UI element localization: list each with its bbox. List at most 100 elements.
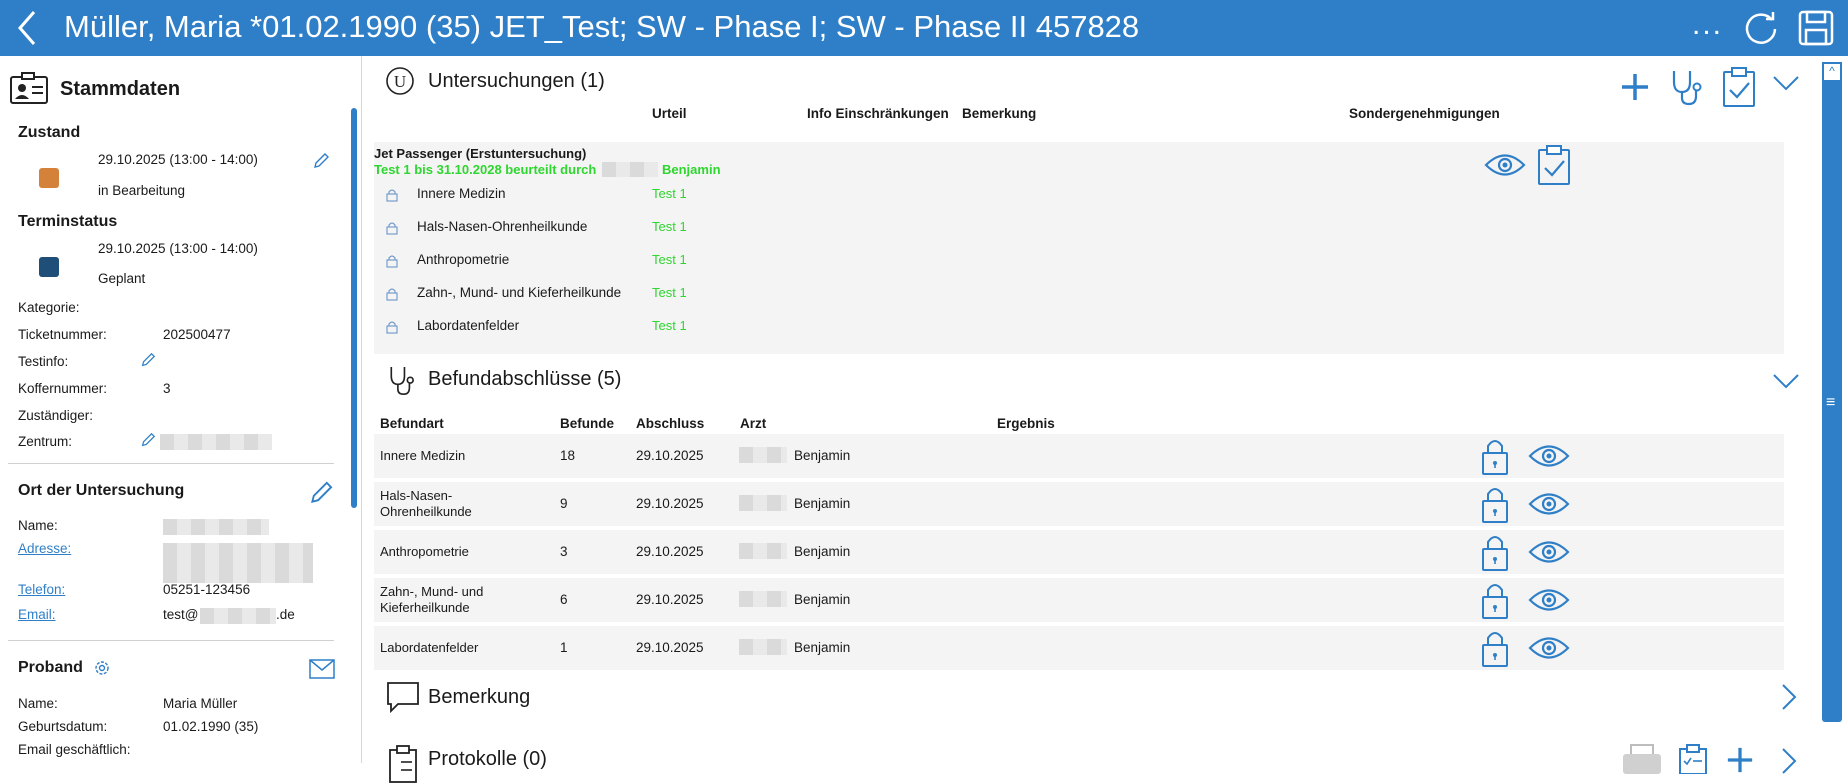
clipboard-list-icon[interactable] xyxy=(1678,744,1708,774)
gear-icon[interactable] xyxy=(93,659,111,677)
refresh-icon[interactable] xyxy=(1742,10,1780,48)
chevron-down-icon[interactable] xyxy=(1772,74,1800,92)
divider xyxy=(8,640,334,641)
eye-icon[interactable] xyxy=(1528,587,1570,613)
table-row[interactable]: Innere Medizin 18 29.10.2025 Benjamin xyxy=(374,434,1784,478)
exam-verdict: Test 1 bis 31.10.2028 beurteilt durch xyxy=(374,162,597,177)
protokolle-title: Protokolle (0) xyxy=(428,748,547,770)
edit-zustand-pencil-icon[interactable] xyxy=(312,152,330,170)
geburtsdatum-value: 01.02.1990 (35) xyxy=(163,719,259,734)
add-plus-icon[interactable] xyxy=(1726,746,1754,774)
stethoscope-icon[interactable] xyxy=(1670,68,1704,108)
printer-icon[interactable] xyxy=(1621,744,1663,774)
exam-item-name: Anthropometrie xyxy=(417,252,510,267)
eye-icon[interactable] xyxy=(1528,491,1570,517)
ort-heading: Ort der Untersuchung xyxy=(18,482,185,499)
u-circle-icon: U xyxy=(385,66,415,96)
table-row[interactable]: Zahn-, Mund- und Kieferheilkunde 6 29.10… xyxy=(374,578,1784,622)
eye-icon[interactable] xyxy=(1484,152,1526,178)
zustand-status: in Bearbeitung xyxy=(98,183,186,198)
proband-name-label: Name: xyxy=(18,696,58,711)
ticket-label: Ticketnummer: xyxy=(18,327,107,342)
arzt-redacted xyxy=(739,543,787,559)
lock-icon xyxy=(386,254,398,268)
email-geschaeftlich-label: Email geschäftlich: xyxy=(18,742,131,757)
row-befunde: 3 xyxy=(560,544,568,559)
row-befunde: 9 xyxy=(560,496,568,511)
exam-item-result: Test 1 xyxy=(652,219,687,234)
row-arzt: Benjamin xyxy=(794,592,851,607)
scrollbar-grip-icon[interactable]: ≡ xyxy=(1826,394,1835,412)
back-arrow-icon[interactable] xyxy=(8,8,48,48)
sidebar: Stammdaten Zustand 29.10.2025 (13:00 - 1… xyxy=(0,56,362,763)
email-link[interactable]: Email: xyxy=(18,607,56,622)
ort-name-label: Name: xyxy=(18,518,58,533)
chevron-right-icon[interactable] xyxy=(1780,682,1798,712)
save-disk-icon[interactable] xyxy=(1796,8,1836,48)
table-row[interactable]: Labordatenfelder 1 29.10.2025 Benjamin xyxy=(374,626,1784,670)
telefon-link[interactable]: Telefon: xyxy=(18,582,65,597)
exam-block: Jet Passenger (Erstuntersuchung) Test 1 … xyxy=(374,142,1784,354)
email-prefix: test@ xyxy=(163,607,199,622)
padlock-icon[interactable] xyxy=(1480,436,1510,476)
clipboard-check-icon[interactable] xyxy=(1537,144,1571,186)
lock-icon xyxy=(386,320,398,334)
zustand-color-swatch xyxy=(39,168,59,188)
befund-title: Befundabschlüsse (5) xyxy=(428,368,622,390)
exam-item-result: Test 1 xyxy=(652,285,687,300)
row-befunde: 6 xyxy=(560,592,568,607)
terminstatus-heading: Terminstatus xyxy=(18,213,118,230)
add-plus-icon[interactable] xyxy=(1620,72,1650,102)
clipboard-check-icon[interactable] xyxy=(1722,66,1756,108)
eye-icon[interactable] xyxy=(1528,635,1570,661)
row-befundart-line2: Ohrenheilkunde xyxy=(380,504,472,519)
exam-item-name: Labordatenfelder xyxy=(417,318,520,333)
row-arzt: Benjamin xyxy=(794,544,851,559)
padlock-icon[interactable] xyxy=(1480,484,1510,524)
chevron-down-icon[interactable] xyxy=(1772,372,1800,390)
more-options-button[interactable]: ... xyxy=(1692,8,1723,42)
edit-zentrum-pencil-icon[interactable] xyxy=(140,432,158,450)
table-row[interactable]: Anthropometrie 3 29.10.2025 Benjamin xyxy=(374,530,1784,574)
row-befundart: Hals-Nasen- xyxy=(380,488,453,503)
main-scrollbar[interactable] xyxy=(1822,62,1842,722)
scroll-up-button[interactable]: ^ xyxy=(1822,62,1842,82)
arzt-redacted xyxy=(739,591,787,607)
row-befunde: 1 xyxy=(560,640,568,655)
exam-verdict-doctor: Benjamin xyxy=(662,162,721,177)
padlock-icon[interactable] xyxy=(1480,532,1510,572)
email-suffix: .de xyxy=(276,607,295,622)
col-befunde: Befunde xyxy=(560,416,614,431)
eye-icon[interactable] xyxy=(1528,539,1570,565)
col-befundart: Befundart xyxy=(380,416,444,431)
arzt-redacted xyxy=(739,447,787,463)
col-arzt: Arzt xyxy=(740,416,767,431)
main-content: U Untersuchungen (1) Urteil Info Einschr… xyxy=(364,56,1812,783)
koffer-value: 3 xyxy=(163,381,171,396)
zustand-heading: Zustand xyxy=(18,124,81,141)
edit-testinfo-pencil-icon[interactable] xyxy=(140,352,158,370)
title-bar: Müller, Maria *01.02.1990 (35) JET_Test;… xyxy=(0,0,1848,56)
padlock-icon[interactable] xyxy=(1480,628,1510,668)
proband-heading: Proband xyxy=(18,659,83,676)
exam-item: Innere Medizin Test 1 xyxy=(374,180,1074,210)
chevron-right-icon[interactable] xyxy=(1780,746,1798,776)
doctor-redacted xyxy=(602,162,658,177)
table-row[interactable]: Hals-Nasen- Ohrenheilkunde 9 29.10.2025 … xyxy=(374,482,1784,526)
eye-icon[interactable] xyxy=(1528,443,1570,469)
edit-ort-pencil-icon[interactable] xyxy=(308,480,334,506)
row-abschluss: 29.10.2025 xyxy=(636,448,704,463)
row-befundart: Labordatenfelder xyxy=(380,640,479,655)
padlock-icon[interactable] xyxy=(1480,580,1510,620)
telefon-value: 05251-123456 xyxy=(163,582,251,597)
arzt-redacted xyxy=(739,495,787,511)
divider xyxy=(8,463,334,464)
mail-envelope-icon[interactable] xyxy=(309,659,335,679)
adresse-link[interactable]: Adresse: xyxy=(18,541,71,556)
row-befundart-line2: Kieferheilkunde xyxy=(380,600,470,615)
exam-item-name: Hals-Nasen-Ohrenheilkunde xyxy=(417,219,588,234)
sidebar-scrollbar[interactable] xyxy=(351,108,357,508)
stethoscope-icon xyxy=(388,364,416,398)
bemerkung-title: Bemerkung xyxy=(428,686,531,708)
row-abschluss: 29.10.2025 xyxy=(636,592,704,607)
